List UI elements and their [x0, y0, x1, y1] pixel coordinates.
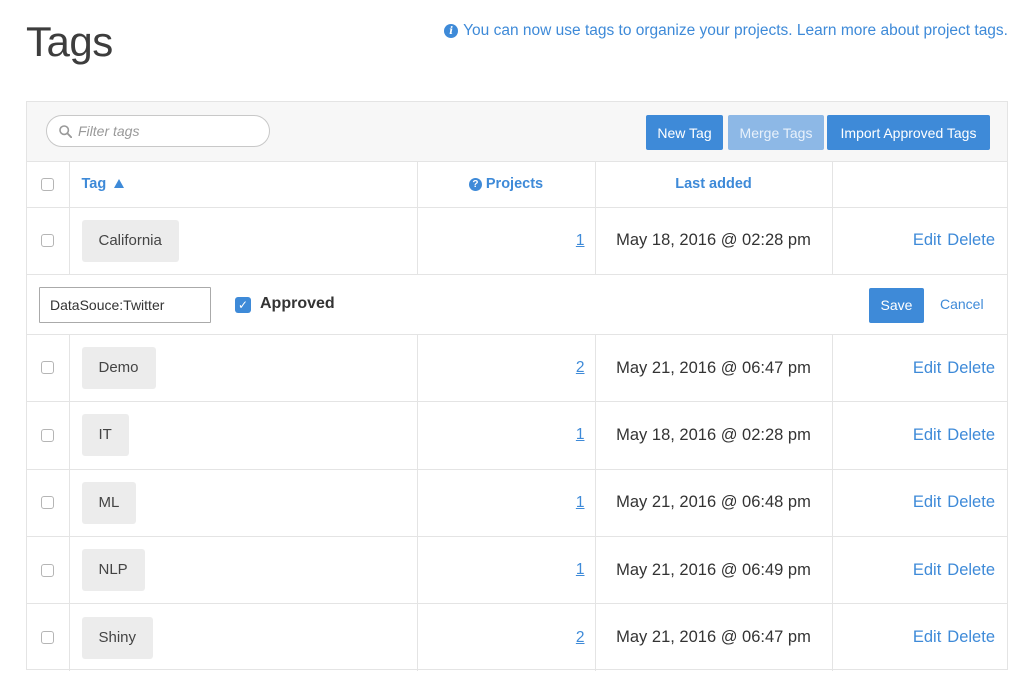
tag-pill: NLP	[81, 549, 145, 592]
table-row: Demo 2 May 21, 2016 @ 06:47 pm Edit Delet…	[27, 334, 1007, 403]
learn-more-link[interactable]: Learn more about project tags.	[797, 22, 1008, 40]
help-icon[interactable]: ?	[468, 178, 482, 192]
tags-table: Tag ? Projects Last added California 1 Ma…	[27, 162, 1007, 672]
tag-pill: IT	[81, 414, 129, 457]
edit-link[interactable]: Edit	[913, 426, 941, 444]
edit-link[interactable]: Edit	[913, 231, 941, 249]
project-count-link[interactable]: 1	[418, 561, 595, 579]
approved-label: Approved	[260, 294, 335, 312]
info-icon: i	[444, 24, 459, 38]
select-all-checkbox[interactable]	[41, 177, 55, 191]
row-checkbox[interactable]	[41, 428, 55, 442]
row-checkbox[interactable]	[41, 631, 55, 645]
delete-link[interactable]: Delete	[947, 628, 995, 646]
delete-link[interactable]: Delete	[947, 426, 995, 444]
delete-link[interactable]: Delete	[947, 359, 995, 377]
last-added-date: May 21, 2016 @ 06:48 pm	[616, 493, 811, 512]
tag-name-input[interactable]	[39, 286, 211, 323]
table-header-row: Tag ? Projects Last added	[27, 162, 1007, 208]
page-title: Tags	[26, 18, 113, 65]
row-checkbox[interactable]	[41, 496, 55, 510]
last-added-header-label: Last added	[675, 176, 752, 193]
project-count-link[interactable]: 1	[418, 494, 595, 512]
tags-panel: New Tag Merge Tags Import Approved Tags …	[26, 101, 1008, 672]
delete-link[interactable]: Delete	[947, 493, 995, 511]
toolbar: New Tag Merge Tags Import Approved Tags	[27, 102, 1007, 162]
merge-tags-button[interactable]: Merge Tags	[728, 115, 824, 150]
last-added-date: May 18, 2016 @ 02:28 pm	[616, 231, 811, 250]
row-checkbox[interactable]	[41, 233, 55, 247]
project-count-link[interactable]: 1	[418, 232, 595, 250]
filter-box[interactable]	[46, 115, 270, 147]
tag-pill: Demo	[81, 347, 156, 390]
search-icon	[59, 124, 72, 138]
edit-link[interactable]: Edit	[913, 493, 941, 511]
tag-column-header[interactable]: Tag	[69, 162, 418, 208]
table-row: NLP 1 May 21, 2016 @ 06:49 pm Edit Delete	[27, 536, 1007, 605]
delete-link[interactable]: Delete	[947, 561, 995, 579]
filter-tags-input[interactable]	[78, 123, 258, 139]
edit-link[interactable]: Edit	[913, 561, 941, 579]
tag-pill: California	[81, 219, 179, 262]
import-approved-tags-button[interactable]: Import Approved Tags	[827, 115, 990, 150]
table-row: California 1 May 18, 2016 @ 02:28 pm Edi…	[27, 207, 1007, 275]
table-row: ML 1 May 21, 2016 @ 06:48 pm Edit Delete	[27, 469, 1007, 538]
edit-link[interactable]: Edit	[913, 359, 941, 377]
save-button[interactable]: Save	[869, 287, 924, 323]
edit-tag-row: ✓ Approved Save Cancel	[27, 274, 1007, 335]
last-added-column-header[interactable]: Last added	[595, 162, 833, 208]
last-added-date: May 21, 2016 @ 06:47 pm	[616, 628, 811, 647]
last-added-date: May 18, 2016 @ 02:28 pm	[616, 425, 811, 444]
delete-link[interactable]: Delete	[947, 231, 995, 249]
edit-link[interactable]: Edit	[913, 628, 941, 646]
row-checkbox[interactable]	[41, 361, 55, 375]
tag-pill: ML	[81, 481, 137, 524]
approved-checkbox[interactable]: ✓	[235, 296, 251, 313]
project-count-link[interactable]: 2	[418, 359, 595, 377]
cancel-link[interactable]: Cancel	[940, 296, 984, 312]
last-added-date: May 21, 2016 @ 06:47 pm	[616, 358, 811, 377]
project-count-link[interactable]: 1	[418, 426, 595, 444]
tag-pill: Shiny	[81, 616, 154, 659]
projects-header-label: Projects	[485, 176, 544, 193]
row-checkbox[interactable]	[41, 563, 55, 577]
tag-header-label: Tag	[81, 176, 107, 193]
select-all-cell	[27, 162, 70, 208]
last-added-date: May 21, 2016 @ 06:49 pm	[616, 560, 811, 579]
table-row: Shiny 2 May 21, 2016 @ 06:47 pm Edit Dele…	[27, 603, 1007, 672]
table-row: IT 1 May 18, 2016 @ 02:28 pm Edit Delete	[27, 401, 1007, 470]
project-count-link[interactable]: 2	[418, 629, 595, 647]
sort-ascending-icon	[114, 179, 125, 189]
new-tag-button[interactable]: New Tag	[646, 115, 723, 150]
actions-column-header	[832, 162, 1007, 208]
info-banner: i You can now use tags to organize your …	[444, 22, 1008, 40]
info-banner-text: You can now use tags to organize your pr…	[463, 22, 793, 39]
projects-column-header[interactable]: ? Projects	[417, 162, 596, 208]
